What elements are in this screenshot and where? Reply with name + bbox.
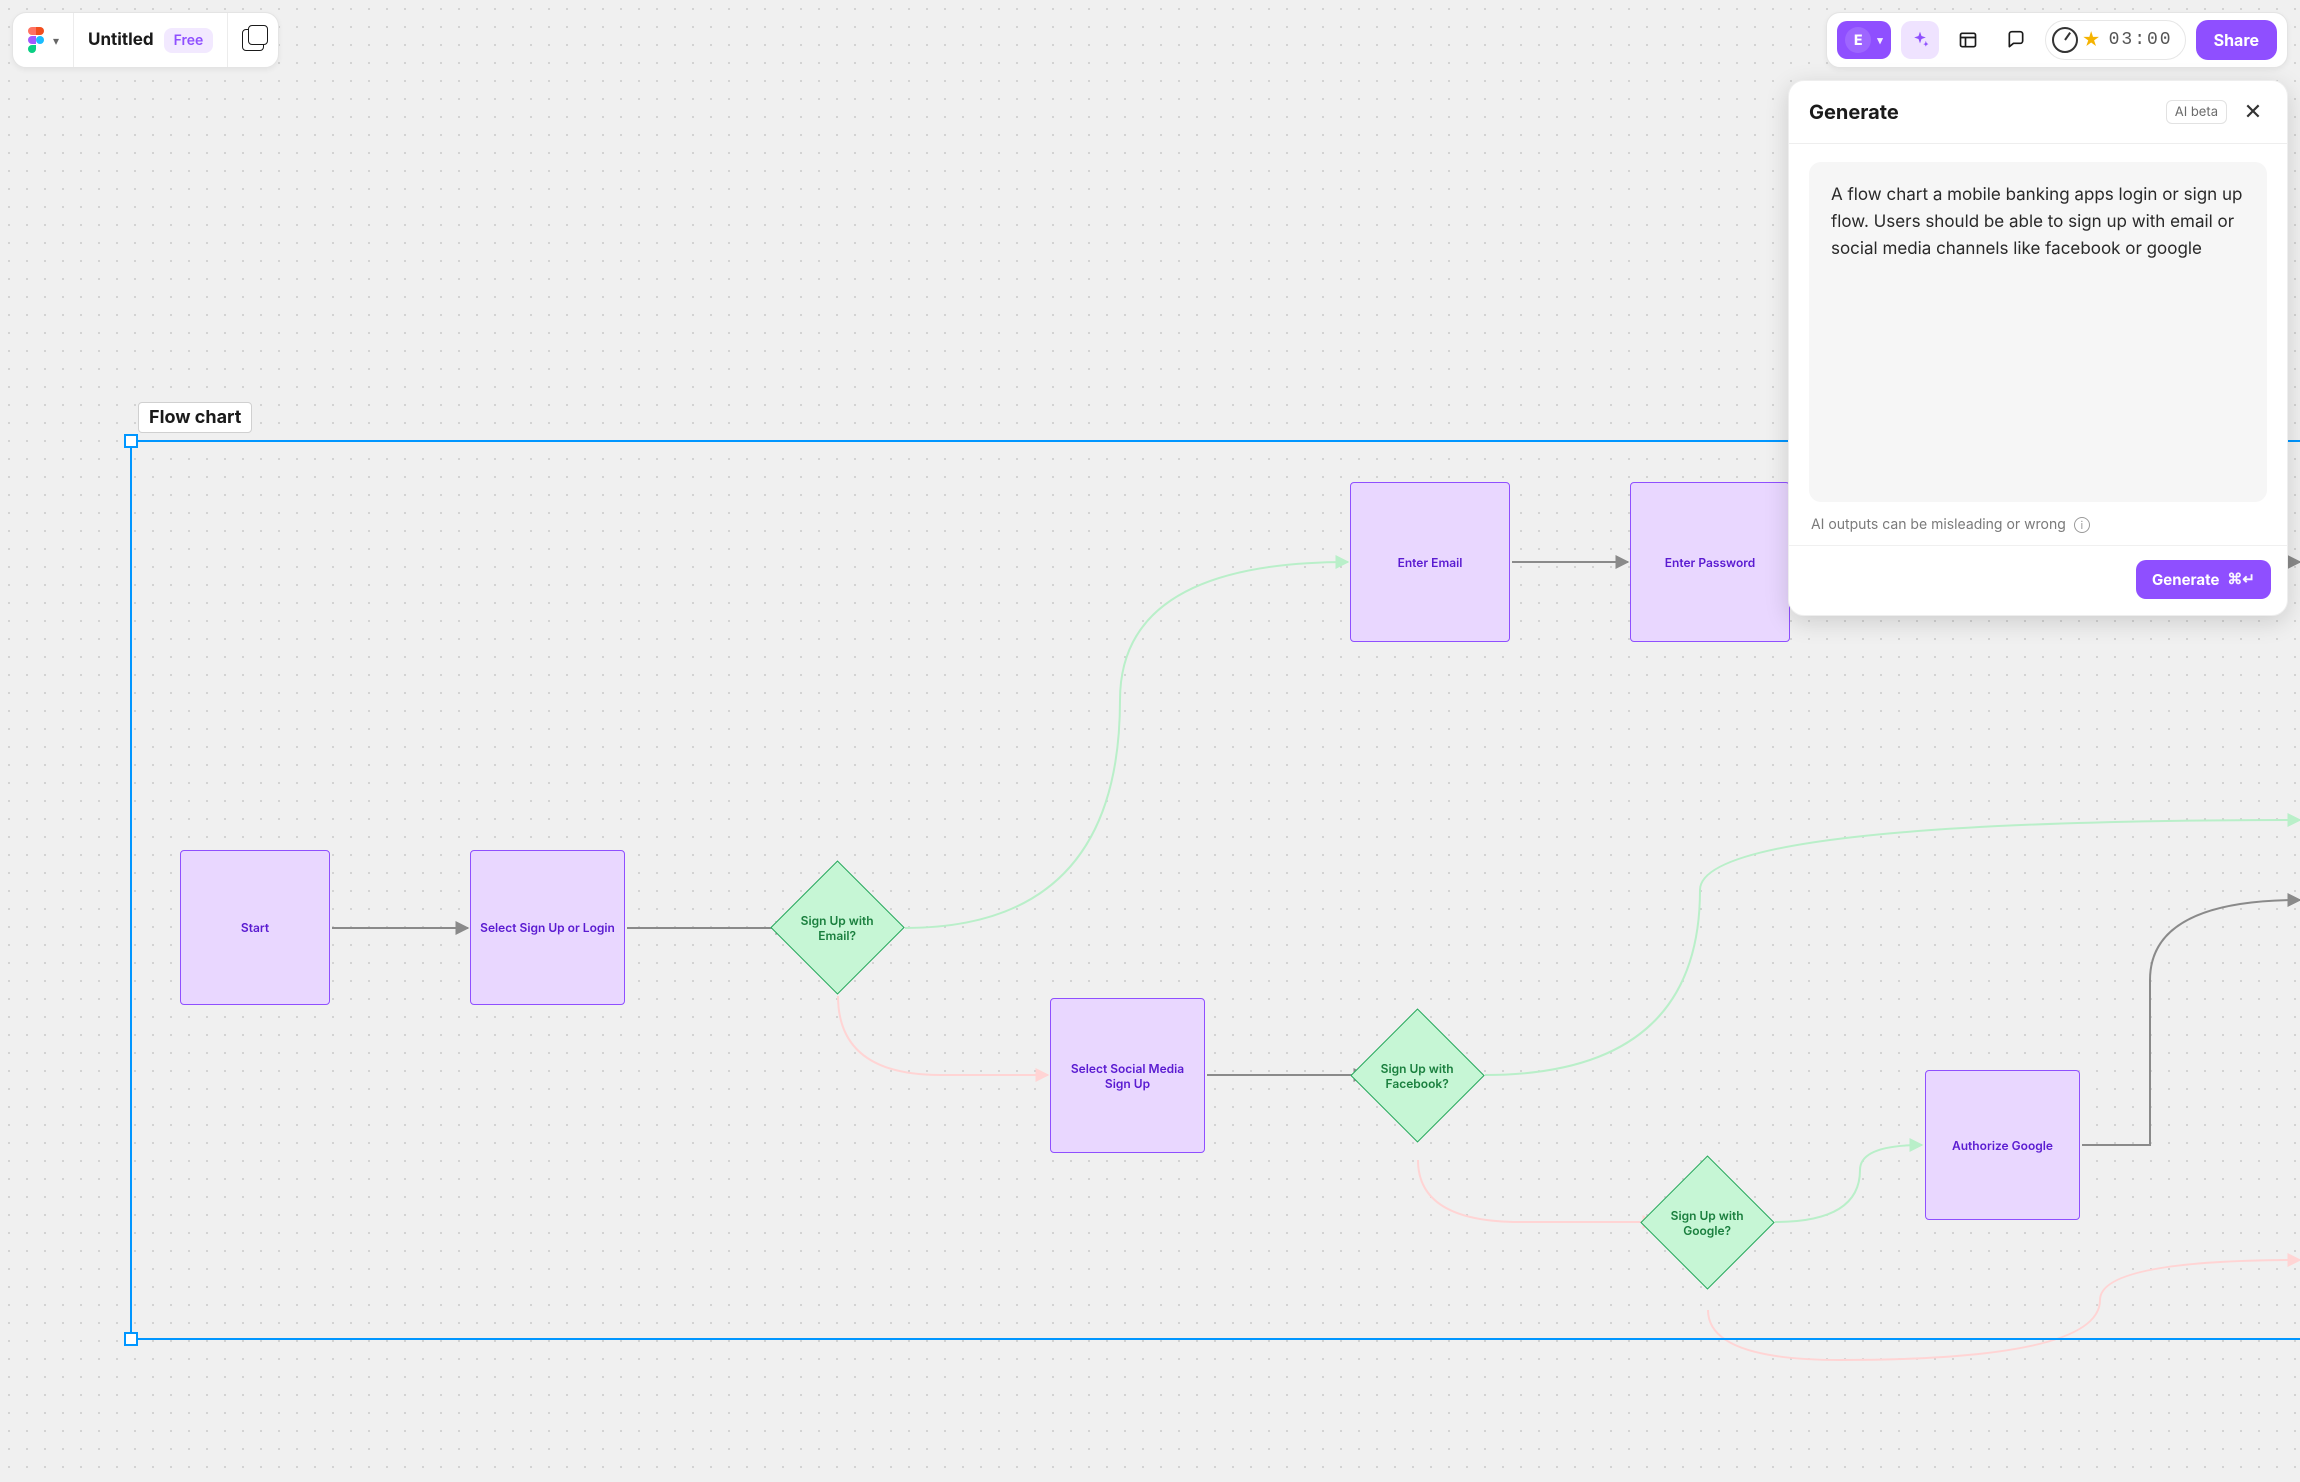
chat-bubble-icon	[2006, 30, 2026, 50]
node-enter_password[interactable]: Enter Password	[1630, 482, 1790, 642]
ai-sparkle-button[interactable]	[1901, 21, 1939, 59]
chevron-down-icon: ▾	[1877, 33, 1883, 47]
node-select_social[interactable]: Select Social Media Sign Up	[1050, 998, 1205, 1153]
figma-logo-icon	[27, 27, 45, 53]
node-authorize_google[interactable]: Authorize Google	[1925, 1070, 2080, 1220]
top-right-toolbar: E ▾ ★ 03:00 Share	[1826, 12, 2288, 68]
node-label: Sign Up with Facebook?	[1379, 1061, 1456, 1091]
info-icon[interactable]: i	[2074, 517, 2090, 533]
star-icon: ★	[2082, 30, 2101, 51]
generate-panel: Generate AI beta ✕ A flow chart a mobile…	[1788, 80, 2288, 616]
selection-handle-nw[interactable]	[124, 434, 138, 448]
generate-button[interactable]: Generate ⌘↵	[2136, 560, 2271, 599]
top-left-toolbar: ▾ Untitled Free	[12, 12, 279, 68]
share-button[interactable]: Share	[2196, 20, 2277, 60]
user-avatar: E	[1845, 27, 1871, 53]
frame-title[interactable]: Flow chart	[138, 402, 252, 433]
plan-badge[interactable]: Free	[164, 28, 214, 53]
timer-chip[interactable]: ★ 03:00	[2045, 20, 2186, 60]
sparkle-icon	[1910, 30, 1930, 50]
prompt-textarea[interactable]: A flow chart a mobile banking apps login…	[1809, 162, 2267, 502]
stopwatch-icon	[2052, 27, 2078, 53]
layout-button[interactable]	[1949, 21, 1987, 59]
node-select_login[interactable]: Select Sign Up or Login	[470, 850, 625, 1005]
timer-value: 03:00	[2109, 30, 2173, 50]
pages-button[interactable]	[228, 13, 278, 67]
user-menu-button[interactable]: E ▾	[1837, 21, 1891, 59]
file-title[interactable]: Untitled	[88, 30, 154, 50]
node-start[interactable]: Start	[180, 850, 330, 1005]
generate-shortcut: ⌘↵	[2227, 570, 2255, 589]
node-label: Sign Up with Google?	[1669, 1208, 1746, 1238]
panel-title: Generate	[1809, 100, 1899, 124]
chevron-down-icon: ▾	[53, 33, 59, 48]
pages-icon	[242, 29, 264, 51]
layout-icon	[1958, 30, 1978, 50]
selection-handle-sw[interactable]	[124, 1332, 138, 1346]
generate-button-label: Generate	[2152, 570, 2219, 589]
ai-beta-badge: AI beta	[2166, 100, 2227, 124]
node-label: Sign Up with Email?	[799, 913, 876, 943]
close-icon[interactable]: ✕	[2239, 99, 2267, 125]
node-enter_email[interactable]: Enter Email	[1350, 482, 1510, 642]
main-menu-button[interactable]: ▾	[13, 13, 73, 67]
ai-disclaimer: AI outputs can be misleading or wrong	[1811, 516, 2066, 533]
comment-button[interactable]	[1997, 21, 2035, 59]
